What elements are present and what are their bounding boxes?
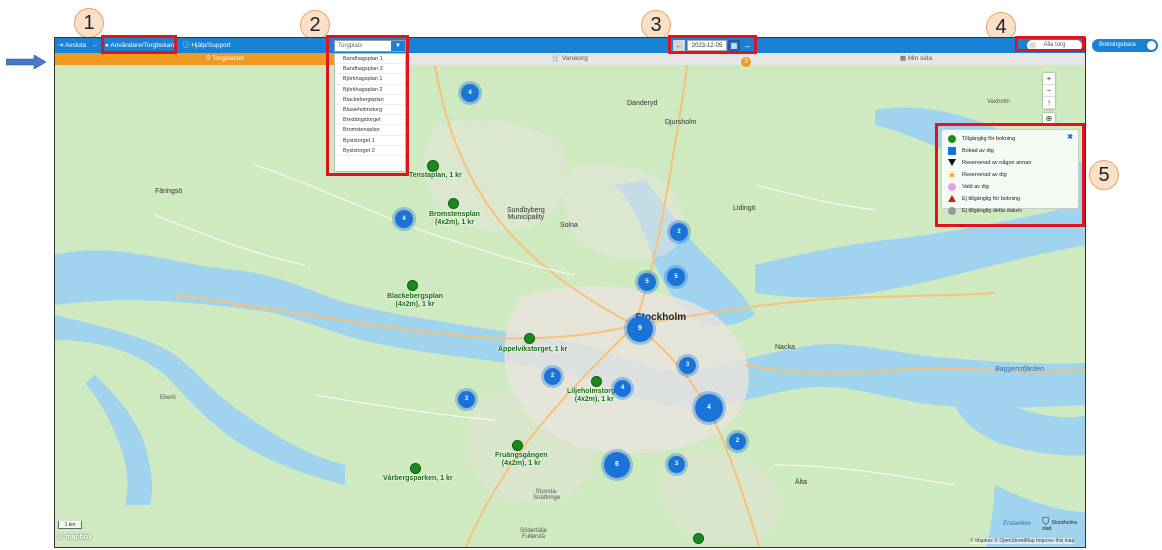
option-bysistorget-2[interactable]: Bysistorget 2 — [335, 146, 405, 156]
cluster-marker[interactable]: 3 — [679, 357, 696, 374]
zoom-in-button[interactable]: + — [1043, 73, 1055, 85]
tab-torgplatser-label: Torgplatser — [212, 55, 245, 62]
toggle-knob — [1147, 41, 1156, 50]
tab-varukorg[interactable]: 🛒 Varukorg — [395, 53, 745, 65]
option-bjorkhagsplan-2[interactable]: Björkhagsplan 2 — [335, 85, 405, 95]
option-bandhagsplan-1[interactable]: Bandhagsplan 1 — [335, 54, 405, 65]
cluster-marker[interactable]: 3 — [668, 456, 685, 473]
callout-3: 3 — [641, 10, 671, 40]
bookable-toggle[interactable]: Bokningsbara — [1092, 39, 1158, 52]
place-baggensfjarden: Baggensfjärden — [995, 366, 1045, 373]
help-label: Hjälp/Support — [191, 42, 231, 49]
cluster-marker[interactable]: 4 — [614, 380, 631, 397]
callout-1: 1 — [74, 8, 104, 38]
market-label-fruangs: Fruängsgången (4x2m), 1 kr — [495, 452, 548, 467]
stockholm-logo: ⛉ Stockholms stad — [1042, 517, 1078, 533]
place-vaxholm: Vaxholm — [987, 99, 1010, 105]
map-attribution[interactable]: © Mapbox © OpenStreetMap Improve this ma… — [970, 538, 1075, 544]
mapbox-logo[interactable]: © mapbox — [58, 534, 92, 541]
cluster-marker[interactable]: 4 — [461, 84, 479, 102]
cluster-marker[interactable]: 4 — [695, 394, 723, 422]
option-bandhagsplan-2[interactable]: Bandhagsplan 2 — [335, 64, 405, 75]
exit-label: Avsluta — [64, 42, 87, 49]
option-bjorkhagsplan-1[interactable]: Björkhagsplan 1 — [335, 74, 405, 85]
market-label-bromstensplan: Bromstensplan (4x2m), 1 kr — [429, 211, 480, 226]
app-window: ⇥ Avsluta ← ● Användare/Torgbokare ⓘ Hjä… — [54, 37, 1086, 548]
option-bredangstorget[interactable]: Bredängstorget — [335, 115, 405, 126]
tab-min-sida-label: Min sida — [907, 55, 933, 62]
tab-min-sida[interactable]: ▦ Min sida — [745, 53, 1085, 65]
exit-button[interactable]: ⇥ Avsluta — [58, 38, 86, 53]
map-view[interactable]: Stockholm Nacka Solna Sundbyberg Municip… — [55, 65, 1085, 547]
market-pin-south[interactable] — [693, 533, 704, 544]
cart-icon: 🛒 — [552, 55, 561, 62]
market-label-tenstaplan: Tenstaplan, 1 kr — [409, 172, 462, 179]
exit-icon: ⇥ — [58, 42, 64, 49]
bookable-label: Bokningsbara — [1099, 42, 1136, 48]
map-basemap — [55, 65, 1085, 547]
place-sodertalje: Södertälje Fullersta — [520, 528, 548, 540]
map-scale: 1 km — [58, 521, 82, 529]
map-pin-icon: ⚲ — [205, 55, 211, 62]
place-ekero: Ekerö — [160, 395, 176, 401]
market-pin-blackebergsplan[interactable] — [407, 280, 418, 291]
market-label-varbergs: Vårbergsparken, 1 kr — [383, 475, 453, 482]
market-label-blackebergsplan: Blackebergsplan (4x2m), 1 kr — [387, 293, 444, 308]
place-solna: Solna — [560, 222, 578, 229]
cluster-marker[interactable]: 3 — [458, 391, 475, 408]
option-bysistorget-1[interactable]: Bysistorget 1 — [335, 136, 405, 146]
option-blasieholmstorg[interactable]: Blasieholmstorg — [335, 105, 405, 116]
option-bromstensplan[interactable]: Bromstensplan — [335, 125, 405, 136]
cluster-marker[interactable]: 2 — [544, 368, 561, 385]
help-button[interactable]: ⓘ Hjälp/Support — [183, 38, 231, 53]
cluster-marker[interactable]: 4 — [395, 210, 413, 228]
tab-varukorg-label: Varukorg — [562, 55, 588, 62]
place-sundbyberg: Sundbyberg Municipality — [507, 207, 545, 221]
cluster-marker[interactable]: 5 — [638, 273, 656, 291]
market-pin-fruangs[interactable] — [512, 440, 523, 451]
market-select-options: Bandhagsplan 1 Bandhagsplan 2 Björkhagsp… — [334, 53, 406, 172]
callout-5: 5 — [1089, 160, 1119, 190]
place-stuvsta: Stuvsta- Snättringe — [533, 489, 561, 501]
cluster-marker[interactable]: 9 — [627, 316, 653, 342]
market-pin-appelviks[interactable] — [524, 333, 535, 344]
market-pin-tenstaplan[interactable] — [427, 160, 439, 172]
pointer-arrow-icon — [6, 55, 46, 69]
highlight-box-5 — [935, 123, 1085, 227]
cluster-marker[interactable]: 6 — [604, 452, 630, 478]
compass-north-button[interactable]: ↑ — [1043, 97, 1055, 109]
place-lidingo: Lidingö — [733, 205, 756, 212]
cluster-marker[interactable]: 2 — [670, 223, 688, 241]
market-pin-liljeholms[interactable] — [591, 376, 602, 387]
highlight-box-3 — [668, 35, 757, 54]
place-danderyd: Danderyd — [627, 100, 658, 107]
place-alta: Älta — [795, 479, 808, 486]
place-nacka: Nacka — [775, 344, 795, 351]
tab-bar: ⚲ Torgplatser 🛒 Varukorg ▦ Min sida — [55, 53, 1085, 65]
highlight-box-4 — [1015, 36, 1085, 52]
place-faringso: Färingsö — [155, 188, 183, 195]
highlight-box-1 — [101, 35, 177, 54]
cluster-marker[interactable]: 2 — [729, 433, 746, 450]
cluster-marker[interactable]: 5 — [667, 268, 685, 286]
back-button[interactable]: ← — [92, 38, 99, 53]
info-icon: ⓘ — [183, 42, 190, 49]
place-djursholm: Djursholm — [665, 119, 697, 126]
market-pin-bromstensplan[interactable] — [448, 198, 459, 209]
zoom-out-button[interactable]: − — [1043, 85, 1055, 97]
calendar-icon: ▦ — [899, 55, 907, 62]
top-bar: ⇥ Avsluta ← ● Användare/Torgbokare ⓘ Hjä… — [55, 38, 1085, 53]
option-blackebergsplan[interactable]: Blackebergsplan — [335, 95, 405, 105]
market-pin-varbergs[interactable] — [410, 463, 421, 474]
zoom-controls: + − ↑ — [1043, 73, 1055, 109]
place-erstaviken: Erstaviken — [1003, 521, 1032, 527]
screenshot-root: 1 2 3 4 5 6 ⇥ Avsluta ← ● Användare/Torg… — [0, 0, 1162, 550]
cart-count-badge: 3 — [741, 57, 751, 67]
market-label-appelviks: Äppelvikstorget, 1 kr — [498, 346, 568, 353]
